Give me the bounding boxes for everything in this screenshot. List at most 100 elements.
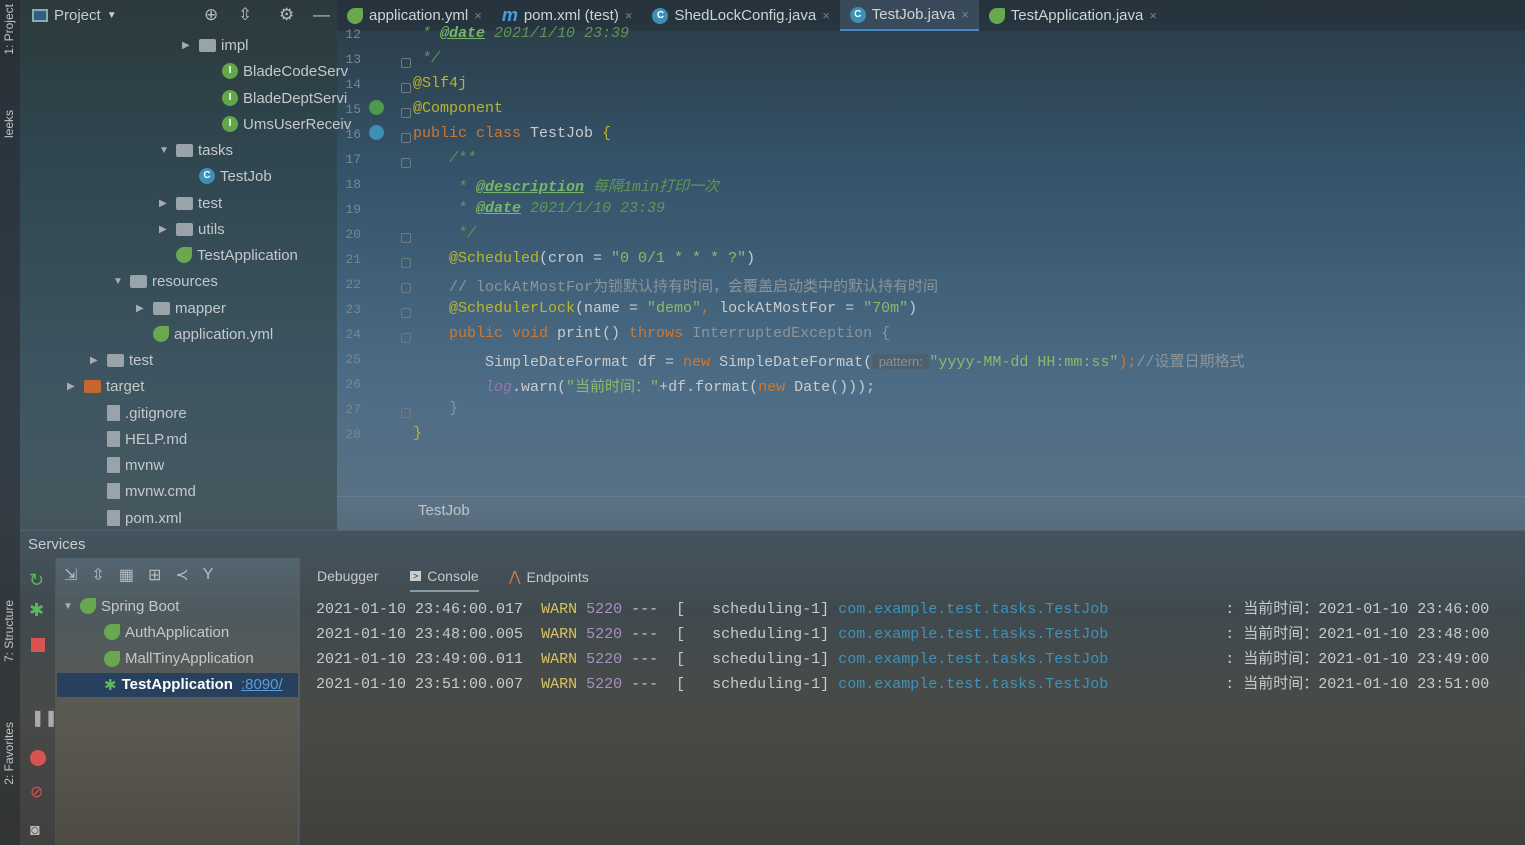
project-tree-item[interactable]: ▶ utils [159,217,225,241]
code-token: @date [440,25,486,42]
rerun-icon[interactable]: ↻ [29,570,44,591]
debug-running-icon: ✱ [104,676,117,694]
line-number: 21 [345,252,361,267]
service-item[interactable]: ▼ Spring Boot [57,594,298,618]
code-token: TestJob [530,125,603,142]
project-tree-item[interactable]: mvnw.cmd [90,479,196,503]
fold-marker-icon[interactable] [401,108,411,118]
log-msg: : 当前时间：2021-01-10 23:49:00 [1207,651,1490,668]
project-tree-item[interactable]: pom.xml [90,506,182,530]
project-tree-item[interactable]: ▶ target [67,374,144,398]
close-icon[interactable]: × [625,8,633,23]
fold-marker-icon[interactable] [401,408,411,418]
tab-testjob-java[interactable]: C TestJob.java × [839,0,979,31]
tab-endpoints[interactable]: ⋀ Endpoints [509,568,589,585]
breadcrumb[interactable]: TestJob [337,496,1525,526]
line-number: 17 [345,152,361,167]
tab-debugger[interactable]: Debugger [317,568,379,584]
project-tree-item[interactable]: mvnw [90,453,164,477]
service-item[interactable]: AuthApplication [57,620,298,644]
code-token: .warn( [512,379,567,396]
close-icon[interactable]: × [1149,8,1157,23]
fold-marker-icon[interactable] [401,308,411,318]
folder-icon [176,196,193,210]
minimize-icon[interactable]: — [313,5,330,25]
fold-marker-icon[interactable] [401,83,411,93]
project-tree-item[interactable]: I BladeDeptServi [205,86,347,110]
bean-gutter-icon[interactable] [369,100,384,115]
close-icon[interactable]: × [822,8,830,23]
favorites-tool-tab[interactable]: 2: Favorites [2,722,16,785]
service-item[interactable]: MallTinyApplication [57,647,298,671]
code-line: * @date 2021/1/10 23:39 [413,200,665,217]
project-tree-item[interactable]: HELP.md [90,427,187,451]
project-tree-item[interactable]: I UmsUserReceiv [205,112,351,136]
locate-icon[interactable]: ⊕ [204,5,218,25]
project-tree-item[interactable]: I BladeCodeServ [205,59,348,83]
project-tree-item[interactable]: application.yml [136,322,273,346]
tab-label: pom.xml (test) [523,7,619,24]
project-tree-item[interactable]: ▶ test [90,348,153,372]
tab-testapplication-java[interactable]: TestApplication.java × [979,0,1167,31]
project-tree-item[interactable]: ▶ test [159,191,222,215]
project-tree-item[interactable]: C TestJob [182,164,272,188]
close-icon[interactable]: × [961,7,969,22]
code-token: @Slf4j [413,75,468,92]
mute-breakpoints-icon[interactable]: ⊘ [30,782,43,802]
code-line: } [413,400,458,417]
project-view-selector[interactable]: Project [54,7,101,24]
project-tree-item[interactable]: .gitignore [90,401,187,425]
parameter-hint: pattern: [872,354,930,369]
fold-marker-icon[interactable] [401,158,411,168]
code-line: */ [413,225,476,242]
collapse-all-icon[interactable]: ⇳ [238,5,252,25]
breakpoints-icon[interactable] [30,750,46,766]
fold-marker-icon[interactable] [401,58,411,68]
project-tree-item-label: mvnw [125,456,165,474]
spring-boot-icon [104,624,120,641]
project-tree-item[interactable]: ▼ resources [113,269,218,293]
code-token: throws [629,325,693,342]
code-token: public class [413,125,531,142]
expand-arrow-icon: ▶ [67,380,75,392]
gear-icon[interactable]: ⚙ [279,5,294,25]
code-token: new [683,354,720,371]
project-tree-item[interactable]: TestApplication [159,243,298,267]
tab-shedlockconfig-java[interactable]: C ShedLockConfig.java × [642,0,839,31]
debug-icon[interactable]: ✱ [29,600,44,621]
project-tree-item[interactable]: ▶ impl [182,33,249,57]
close-icon[interactable]: × [474,8,482,23]
pause-icon[interactable]: ❚❚ [31,708,58,728]
code-token: , [701,300,720,317]
expand-arrow-icon: ▼ [113,275,123,287]
log-ts: 2021-01-10 23:49:00.011 [316,651,524,668]
project-tree-item[interactable]: ▶ mapper [136,296,226,320]
fold-marker-icon[interactable] [401,333,411,343]
leeks-tool-tab[interactable]: leeks [2,110,16,138]
line-number: 25 [345,352,361,367]
code-token: */ [413,225,477,242]
tab-label: ShedLockConfig.java [674,7,817,24]
line-number: 24 [345,327,361,342]
project-tree-item-label: pom.xml [125,509,182,527]
folder-icon [130,274,147,288]
project-tree-item[interactable]: ▼ tasks [159,138,233,162]
service-label: TestApplication [121,676,233,694]
structure-tool-tab[interactable]: 7: Structure [2,600,16,662]
file-icon [107,483,120,499]
stop-icon[interactable] [31,638,45,652]
service-item[interactable]: ✱ TestApplication :8090/ [57,672,298,697]
fold-marker-icon[interactable] [401,233,411,243]
fold-marker-icon[interactable] [401,133,411,143]
code-token: 每隔1min打印一次 [584,179,720,196]
camera-icon[interactable]: ◙ [30,822,40,840]
tab-console[interactable]: > Console [410,568,479,592]
fold-marker-icon[interactable] [401,258,411,268]
fold-marker-icon[interactable] [401,283,411,293]
log-cls: com.example.test.tasks.TestJob [838,676,1109,693]
chevron-down-icon[interactable]: ▼ [107,10,117,21]
project-tool-tab[interactable]: 1: Project [2,4,16,55]
service-port-link[interactable]: :8090/ [241,676,283,693]
run-gutter-icon[interactable] [369,125,384,140]
spring-boot-icon [104,650,120,667]
